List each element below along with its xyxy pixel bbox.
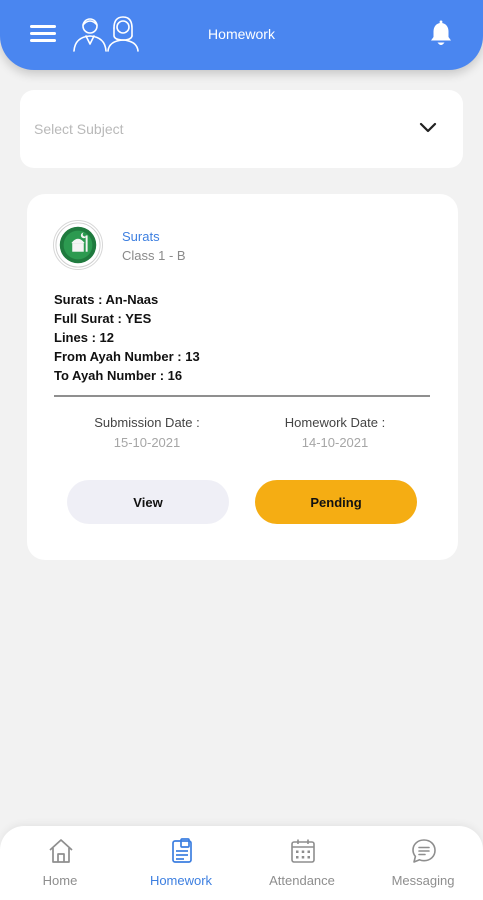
view-button[interactable]: View bbox=[67, 480, 229, 524]
pending-status-button[interactable]: Pending bbox=[255, 480, 417, 524]
home-icon bbox=[49, 839, 73, 863]
detail-from-ayah: From Ayah Number : 13 bbox=[54, 349, 200, 364]
submission-date-label: Submission Date : bbox=[94, 415, 200, 430]
nav-label-attendance: Attendance bbox=[269, 873, 335, 888]
calendar-icon bbox=[291, 839, 315, 863]
homework-card: Surats Class 1 - B Surats : An-Naas Full… bbox=[27, 194, 458, 560]
nav-label-messaging: Messaging bbox=[391, 873, 455, 888]
homework-date-block: Homework Date : 14-10-2021 bbox=[245, 415, 425, 450]
subject-select-placeholder: Select Subject bbox=[34, 121, 124, 137]
subject-select[interactable]: Select Subject bbox=[20, 90, 463, 168]
app-screen: Homework Select Subject Surats Class 1 -… bbox=[0, 0, 483, 900]
nav-label-homework: Homework bbox=[149, 873, 213, 888]
page-title: Homework bbox=[208, 26, 275, 42]
submission-date-block: Submission Date : 15-10-2021 bbox=[57, 415, 237, 450]
card-divider bbox=[54, 395, 430, 397]
nav-item-homework[interactable]: Homework bbox=[121, 826, 241, 900]
detail-lines: Lines : 12 bbox=[54, 330, 114, 345]
app-header: Homework bbox=[0, 0, 483, 70]
homework-details: Surats : An-Naas Full Surat : YES Lines … bbox=[54, 290, 200, 385]
submission-date-value: 15-10-2021 bbox=[113, 435, 181, 450]
homework-icon bbox=[172, 838, 192, 863]
class-name: Class 1 - B bbox=[122, 248, 186, 263]
nav-label-home: Home bbox=[42, 873, 78, 888]
subject-name: Surats bbox=[122, 229, 160, 244]
bottom-nav: Home Homework Attendance Messaging bbox=[0, 826, 483, 900]
detail-full-surat: Full Surat : YES bbox=[54, 311, 152, 326]
bell-icon[interactable] bbox=[428, 20, 454, 48]
homework-date-label: Homework Date : bbox=[284, 415, 386, 430]
nav-item-home[interactable]: Home bbox=[0, 826, 120, 900]
chevron-down-icon bbox=[419, 122, 437, 133]
chat-icon bbox=[412, 839, 436, 863]
homework-date-value: 14-10-2021 bbox=[301, 435, 369, 450]
school-logo-icon bbox=[53, 220, 103, 270]
nav-item-messaging[interactable]: Messaging bbox=[363, 826, 483, 900]
detail-surat: Surats : An-Naas bbox=[54, 292, 159, 307]
nav-item-attendance[interactable]: Attendance bbox=[242, 826, 362, 900]
detail-to-ayah: To Ayah Number : 16 bbox=[54, 368, 183, 383]
